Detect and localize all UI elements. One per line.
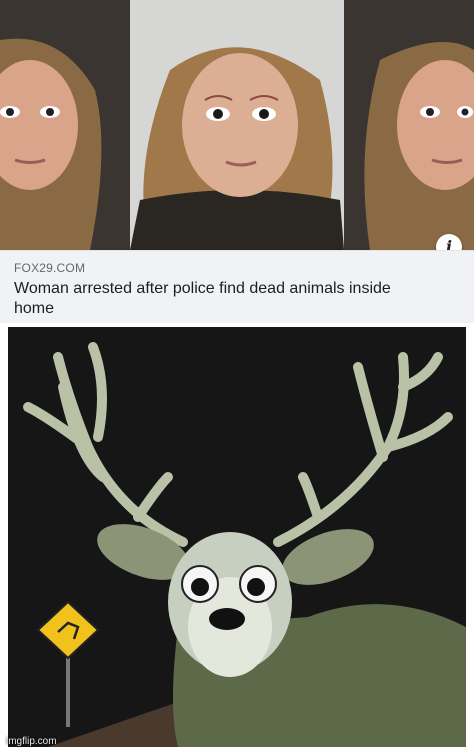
article-headline[interactable]: Woman arrested after police find dead an…: [14, 279, 414, 319]
mugshot-photo: [0, 0, 474, 250]
imgflip-watermark: imgflip.com: [6, 736, 57, 747]
mugshot-image: [0, 0, 474, 250]
link-preview-card[interactable]: FOX29.COM Woman arrested after police fi…: [0, 250, 474, 324]
deer-image: [8, 327, 466, 747]
deer-meme: imgflip.com: [0, 323, 474, 750]
article-source: FOX29.COM: [14, 261, 86, 275]
